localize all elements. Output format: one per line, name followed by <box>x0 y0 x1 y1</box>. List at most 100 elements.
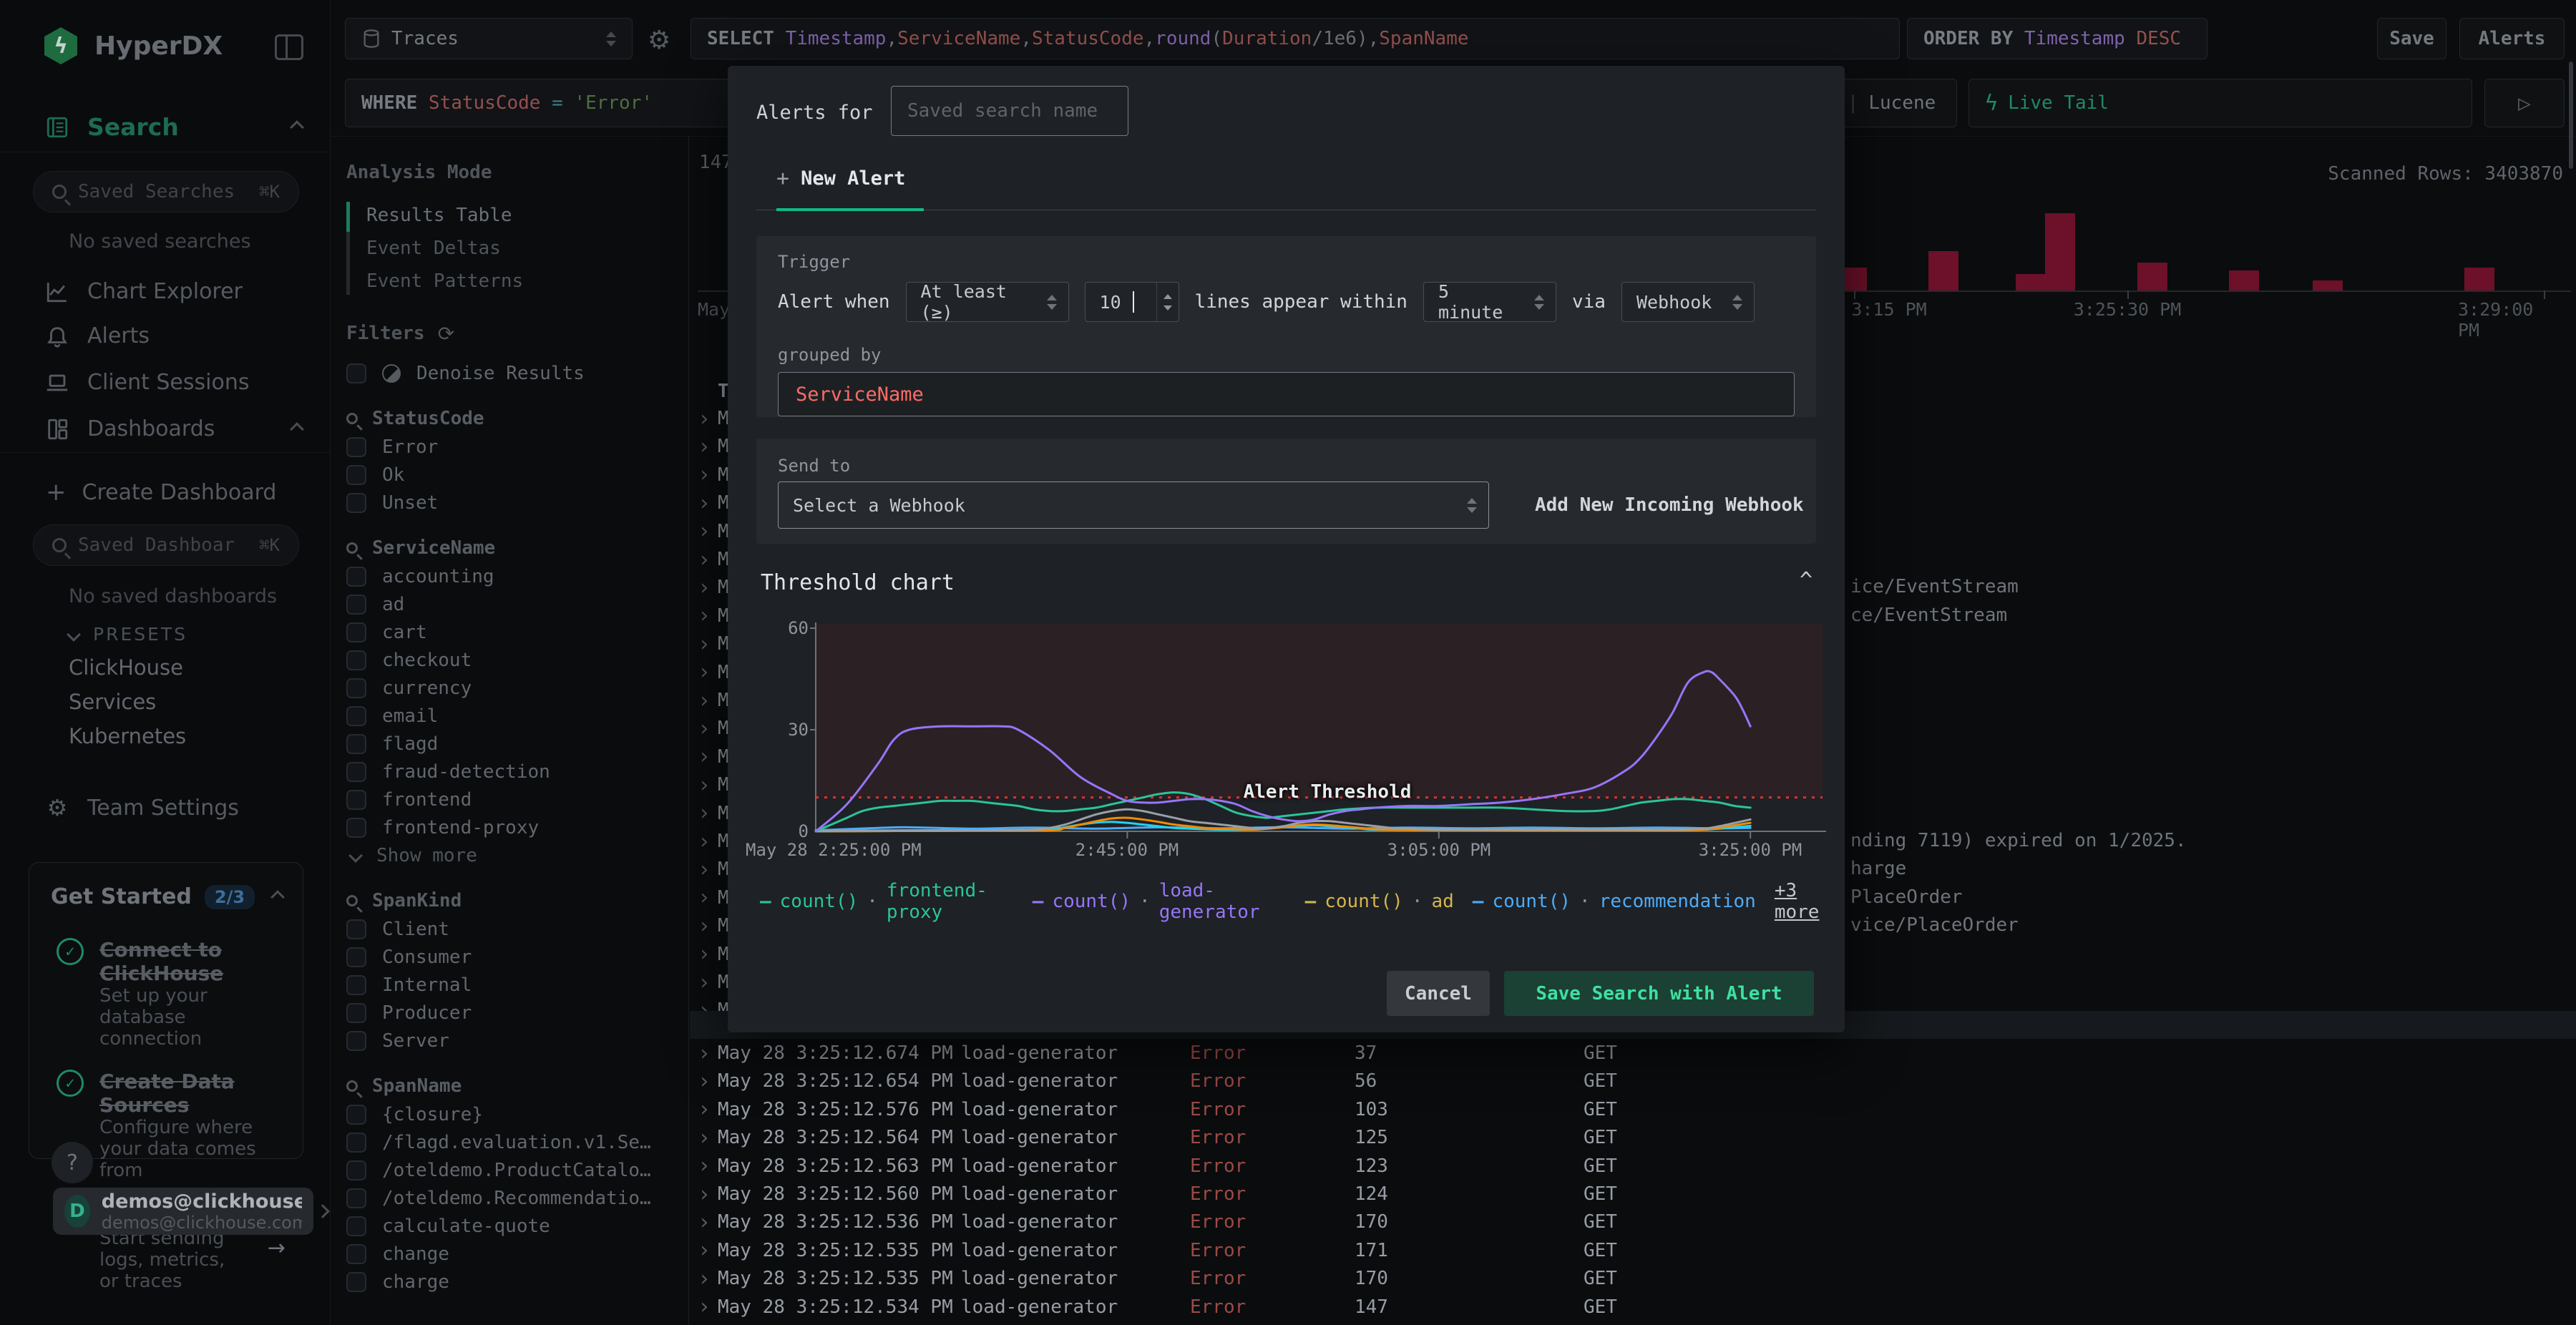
checkbox[interactable] <box>346 817 366 838</box>
legend-item-load-generator[interactable]: — count() · load-generator <box>1033 880 1287 923</box>
filter-option[interactable]: {closure} <box>346 1100 688 1128</box>
query-settings-gear-icon[interactable]: ⚙ <box>648 26 670 55</box>
sidebar-item-team-settings[interactable]: ⚙ Team Settings <box>44 794 302 821</box>
histogram-bar[interactable] <box>2016 274 2046 290</box>
expand-chevron-icon[interactable]: › <box>698 1182 711 1207</box>
checkbox[interactable] <box>346 1243 366 1264</box>
legend-item-recommendation[interactable]: — count() · recommendation <box>1473 891 1756 912</box>
filter-option[interactable]: checkout <box>346 646 688 674</box>
chevron-up-icon[interactable] <box>270 889 285 904</box>
checkbox[interactable] <box>346 566 366 587</box>
expand-chevron-icon[interactable]: › <box>698 1323 711 1325</box>
save-search-with-alert-button[interactable]: Save Search with Alert <box>1504 971 1814 1016</box>
table-row[interactable]: › May 28 3:25:12.674 PM load-generator Erro… <box>690 1039 2576 1067</box>
histogram-bar[interactable] <box>2137 263 2167 290</box>
filter-option[interactable]: Server <box>346 1027 688 1055</box>
analysis-mode-event-deltas[interactable]: Event Deltas <box>346 232 688 265</box>
expand-chevron-icon[interactable]: › <box>698 547 711 572</box>
checkbox[interactable] <box>346 436 366 457</box>
user-menu[interactable]: D demos@clickhouse.com demos@clickhouse.… <box>53 1188 313 1235</box>
lucene-option[interactable]: Lucene <box>1868 92 1936 114</box>
sidebar-item-client-sessions[interactable]: Client Sessions <box>44 370 302 395</box>
table-row[interactable]: › May 28 3:25:12.576 PM load-generator Erro… <box>690 1095 2576 1124</box>
checkbox[interactable] <box>346 1188 366 1208</box>
histogram-bar[interactable] <box>2045 213 2075 290</box>
webhook-select[interactable]: Select a Webhook <box>778 481 1489 529</box>
checkbox[interactable] <box>346 733 366 754</box>
legend-item-ad[interactable]: — count() · ad <box>1305 891 1454 912</box>
denoise-results-toggle[interactable]: Denoise Results <box>346 359 688 387</box>
analysis-mode-event-patterns[interactable]: Event Patterns <box>346 265 688 298</box>
show-more-button[interactable]: Show more <box>346 841 688 869</box>
filter-option[interactable]: change <box>346 1240 688 1268</box>
saved-searches-search[interactable]: ⌘K <box>33 171 299 212</box>
expand-chevron-icon[interactable]: › <box>698 632 711 657</box>
saved-dashboards-search[interactable]: ⌘K <box>33 524 299 566</box>
analysis-mode-results-table[interactable]: Results Table <box>346 199 688 232</box>
collapse-section-icon[interactable]: ^ <box>1800 568 1813 593</box>
checkbox[interactable] <box>346 594 366 615</box>
expand-chevron-icon[interactable]: › <box>698 1294 711 1319</box>
filter-option[interactable]: Client <box>346 915 688 943</box>
checkbox[interactable] <box>346 464 366 485</box>
checkbox[interactable] <box>346 1271 366 1292</box>
cancel-button[interactable]: Cancel <box>1387 971 1490 1016</box>
expand-chevron-icon[interactable]: › <box>698 885 711 910</box>
checkbox[interactable] <box>346 622 366 642</box>
saved-searches-input[interactable] <box>78 181 235 202</box>
expand-chevron-icon[interactable]: › <box>698 716 711 741</box>
expand-chevron-icon[interactable]: › <box>698 942 711 967</box>
histogram-bar[interactable] <box>2313 280 2343 290</box>
expand-chevron-icon[interactable]: › <box>698 1069 711 1094</box>
filter-option[interactable]: cart <box>346 618 688 646</box>
sidebar-item-alerts[interactable]: Alerts <box>44 323 302 348</box>
live-tail-button[interactable]: ϟ Live Tail <box>1968 79 2472 127</box>
checkbox[interactable] <box>346 705 366 726</box>
table-row[interactable]: › May 28 3:25:12.535 PM load-generator Erro… <box>690 1264 2576 1293</box>
source-select[interactable]: Traces <box>345 18 633 59</box>
number-spinner[interactable] <box>1156 283 1179 321</box>
expand-chevron-icon[interactable]: › <box>698 801 711 826</box>
table-row[interactable]: › May 28 3:25:12.535 PM load-generator Erro… <box>690 1236 2576 1265</box>
play-button[interactable]: ▷ <box>2484 79 2565 127</box>
checkbox[interactable] <box>346 761 366 782</box>
user-menu-chevron-icon[interactable] <box>316 1204 330 1218</box>
checkbox[interactable] <box>346 492 366 513</box>
checkbox[interactable] <box>346 1002 366 1023</box>
expand-chevron-icon[interactable]: › <box>698 660 711 685</box>
expand-chevron-icon[interactable]: › <box>698 1153 711 1178</box>
filter-option[interactable]: accounting <box>346 562 688 590</box>
create-dashboard-button[interactable]: + Create Dashboard <box>46 478 276 507</box>
saved-dashboards-input[interactable] <box>78 534 235 556</box>
filter-option[interactable]: /oteldemo.Recommendatio… <box>346 1184 688 1212</box>
checkbox[interactable] <box>346 678 366 698</box>
checkbox[interactable] <box>346 363 366 383</box>
expand-chevron-icon[interactable]: › <box>698 1097 711 1122</box>
expand-chevron-icon[interactable]: › <box>698 462 711 487</box>
checkbox[interactable] <box>346 1132 366 1153</box>
expand-chevron-icon[interactable]: › <box>698 688 711 713</box>
expand-chevron-icon[interactable]: › <box>698 434 711 459</box>
save-button[interactable]: Save <box>2377 18 2446 59</box>
expand-chevron-icon[interactable]: › <box>698 1041 711 1066</box>
table-row[interactable]: › May 28 3:25:12.563 PM load-generator Erro… <box>690 1152 2576 1180</box>
select-query-input[interactable]: SELECT Timestamp,ServiceName,StatusCode,… <box>691 18 1900 59</box>
expand-chevron-icon[interactable]: › <box>698 1210 711 1235</box>
filter-option[interactable]: frontend <box>346 786 688 813</box>
filter-option[interactable]: Consumer <box>346 943 688 971</box>
sidebar-item-chart-explorer[interactable]: Chart Explorer <box>44 279 302 304</box>
get-started-step-1[interactable]: ✓ Connect to ClickHouse Set up your data… <box>29 909 303 1050</box>
histogram-bar[interactable] <box>2229 270 2259 290</box>
expand-chevron-icon[interactable]: › <box>698 970 711 995</box>
expand-chevron-icon[interactable]: › <box>698 1125 711 1150</box>
window-select[interactable]: 5 minute <box>1423 281 1556 323</box>
filter-option[interactable]: Error <box>346 433 688 461</box>
checkbox[interactable] <box>346 919 366 939</box>
expand-chevron-icon[interactable]: › <box>698 1238 711 1263</box>
checkbox[interactable] <box>346 1160 366 1180</box>
help-button[interactable]: ? <box>52 1142 93 1183</box>
order-by-input[interactable]: ORDER BY Timestamp DESC <box>1907 18 2207 59</box>
filter-option[interactable]: Ok <box>346 461 688 489</box>
checkbox[interactable] <box>346 1216 366 1236</box>
filter-option[interactable]: frontend-proxy <box>346 813 688 841</box>
